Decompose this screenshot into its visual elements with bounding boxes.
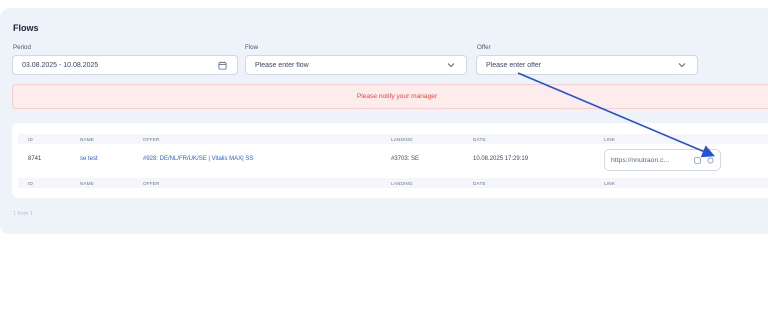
column-footer-name: NAME (80, 180, 95, 186)
row-landing: #3703: SE (391, 156, 420, 162)
column-footer-date: DATE (473, 180, 486, 186)
manager-notify-alert: Please notify your manager (12, 84, 768, 109)
row-link-field[interactable]: https://nnutraon.c... (604, 149, 721, 171)
pagination-info: 1 from 1 (13, 211, 33, 217)
row-date: 10.08.2025 17:29:19 (473, 156, 529, 162)
flow-select[interactable]: Please enter flow (245, 55, 467, 75)
column-footer-link: LINK (604, 180, 616, 186)
chevron-down-icon (676, 59, 688, 71)
chevron-down-icon (445, 59, 457, 71)
column-footer-id: ID (28, 180, 33, 186)
column-header-landing: LANDING (391, 136, 413, 142)
calendar-icon[interactable] (216, 59, 228, 71)
alert-text: Please notify your manager (356, 93, 438, 100)
table-header-top: ID NAME OFFER LANDING DATE LINK (18, 134, 768, 144)
column-header-link: LINK (604, 136, 616, 142)
row-name-link[interactable]: se test (80, 156, 98, 162)
flow-placeholder: Please enter flow (255, 61, 309, 69)
column-header-name: NAME (80, 136, 95, 142)
copy-icon[interactable] (693, 156, 701, 164)
column-header-id: ID (28, 136, 33, 142)
row-id: 8741 (28, 156, 42, 162)
table-header-bottom: ID NAME OFFER LANDING DATE LINK (18, 178, 768, 188)
period-label: Period (13, 44, 31, 51)
row-link-url[interactable]: https://nnutraon.c... (611, 157, 688, 164)
column-footer-landing: LANDING (391, 180, 413, 186)
flows-panel (0, 8, 768, 234)
row-offer-link[interactable]: #928: DE/NL/FR/UK/SE | Vitalis MAX| SS (143, 156, 253, 162)
page-title: Flows (13, 23, 39, 33)
period-date-range-input[interactable]: 03.08.2025 - 10.08.2025 (12, 55, 238, 75)
flow-label: Flow (245, 44, 259, 51)
column-header-date: DATE (473, 136, 486, 142)
column-footer-offer: OFFER (143, 180, 160, 186)
offer-select[interactable]: Please enter offer (476, 55, 698, 75)
period-value: 03.08.2025 - 10.08.2025 (22, 61, 99, 69)
open-link-icon[interactable] (706, 156, 714, 164)
offer-placeholder: Please enter offer (486, 61, 542, 69)
column-header-offer: OFFER (143, 136, 160, 142)
offer-label: Offer (477, 44, 491, 51)
